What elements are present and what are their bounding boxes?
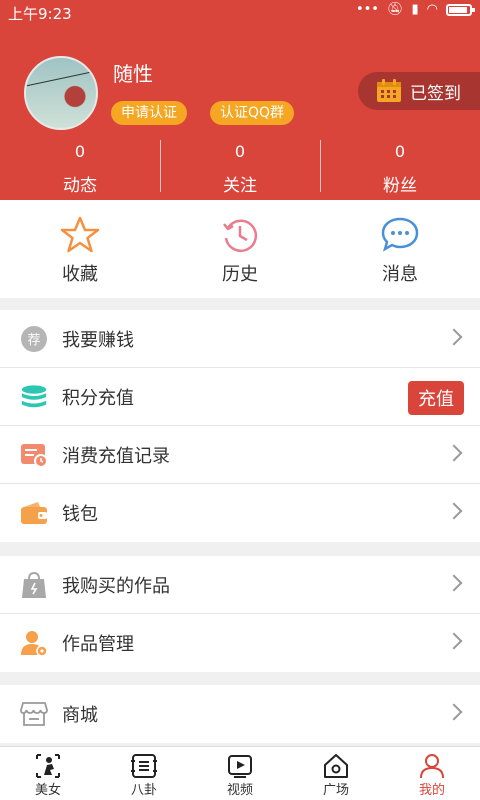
menu-group-store: 商城 (0, 685, 480, 743)
messages-label: 消息 (382, 264, 418, 285)
wallet-icon (20, 499, 48, 527)
tab-mine[interactable]: 我的 (384, 747, 480, 800)
stat-label: 关注 (223, 176, 257, 196)
star-icon (60, 216, 100, 253)
stat-following[interactable]: 0 关注 (160, 140, 320, 196)
status-time: 上午9:23 (8, 5, 72, 23)
tab-label: 视频 (226, 783, 253, 798)
tab-gossip[interactable]: 八卦 (96, 747, 192, 800)
avatar[interactable] (24, 56, 98, 130)
svg-text:荐: 荐 (27, 333, 40, 348)
menu-label: 商城 (62, 705, 98, 726)
stat-label: 动态 (63, 176, 97, 196)
stat-value: 0 (394, 142, 406, 161)
menu-points-recharge[interactable]: 积分充值 充值 (0, 368, 480, 426)
video-icon (228, 755, 252, 778)
verify-qq-group-badge[interactable]: 认证QQ群 (210, 101, 295, 125)
wifi-icon: ◠ (426, 2, 438, 17)
profile-icon (420, 754, 444, 779)
menu-group-finance: 荐 我要赚钱 积分充值 充值 消费充值记录 钱包 (0, 310, 480, 542)
stat-value: 0 (74, 142, 86, 161)
messages-button[interactable]: 消息 (320, 200, 480, 298)
beauty-icon (36, 754, 60, 778)
apply-verify-badge[interactable]: 申请认证 (111, 101, 187, 125)
signin-label: 已签到 (410, 83, 461, 104)
recommend-icon: 荐 (20, 325, 48, 353)
menu-works-management[interactable]: 作品管理 (0, 614, 480, 672)
message-icon (381, 217, 419, 252)
record-icon (20, 441, 48, 469)
tab-label: 美女 (34, 783, 61, 798)
gossip-icon (131, 754, 157, 778)
menu-label: 钱包 (62, 504, 98, 525)
bottom-tab-bar: 美女 八卦 视频 广场 我的 (0, 746, 480, 800)
user-manage-icon (20, 629, 48, 657)
tab-video[interactable]: 视频 (192, 747, 288, 800)
signal-icon: ▮ (411, 2, 419, 17)
menu-consume-records[interactable]: 消费充值记录 (0, 426, 480, 484)
profile-header: 上午9:23 ••• 🔕︎ ▮ ◠ 随性 申请认证 认证QQ群 已签到 0 动态… (0, 0, 480, 200)
chevron-right-icon (445, 574, 463, 592)
shopping-bag-icon (20, 571, 48, 599)
tab-beauty[interactable]: 美女 (0, 747, 96, 800)
chevron-right-icon (445, 502, 463, 520)
stat-fans[interactable]: 0 粉丝 (320, 140, 480, 196)
menu-label: 消费充值记录 (62, 445, 170, 467)
stat-value: 0 (234, 142, 246, 161)
store-icon (20, 700, 48, 728)
battery-icon (446, 3, 475, 16)
menu-earn-money[interactable]: 荐 我要赚钱 (0, 310, 480, 368)
tab-label: 我的 (418, 783, 445, 798)
stat-label: 粉丝 (383, 176, 417, 196)
menu-label: 作品管理 (62, 634, 134, 655)
menu-label: 我要赚钱 (62, 329, 134, 351)
status-bar: 上午9:23 ••• 🔕︎ ▮ ◠ (0, 0, 480, 24)
tab-label: 广场 (322, 783, 349, 798)
history-button[interactable]: 历史 (160, 200, 320, 298)
signin-button[interactable]: 已签到 (358, 72, 480, 110)
chevron-right-icon (445, 328, 463, 346)
chevron-right-icon (445, 444, 463, 462)
menu-store[interactable]: 商城 (0, 685, 480, 743)
tab-label: 八卦 (130, 783, 157, 798)
stat-posts[interactable]: 0 动态 (0, 140, 160, 196)
tab-square[interactable]: 广场 (288, 747, 384, 800)
more-dots-icon: ••• (355, 2, 379, 17)
chevron-right-icon (445, 703, 463, 721)
username: 随性 (113, 62, 153, 86)
favorites-button[interactable]: 收藏 (0, 200, 160, 298)
stats-row: 0 动态 0 关注 0 粉丝 (0, 140, 480, 196)
status-icons: ••• 🔕︎ ▮ ◠ (355, 2, 475, 17)
history-icon (223, 219, 258, 252)
mute-icon: 🔕︎ (386, 2, 404, 17)
calendar-icon (376, 79, 402, 103)
recharge-button[interactable]: 充值 (408, 381, 464, 415)
menu-wallet[interactable]: 钱包 (0, 484, 480, 542)
history-label: 历史 (222, 264, 258, 285)
coins-icon (20, 383, 48, 411)
quick-actions: 收藏 历史 消息 (0, 200, 480, 298)
menu-purchased-works[interactable]: 我购买的作品 (0, 556, 480, 614)
menu-label: 我购买的作品 (62, 575, 170, 597)
square-icon (324, 754, 348, 778)
favorites-label: 收藏 (62, 264, 98, 285)
chevron-right-icon (445, 632, 463, 650)
menu-group-works: 我购买的作品 作品管理 (0, 556, 480, 672)
menu-label: 积分充值 (62, 387, 134, 409)
